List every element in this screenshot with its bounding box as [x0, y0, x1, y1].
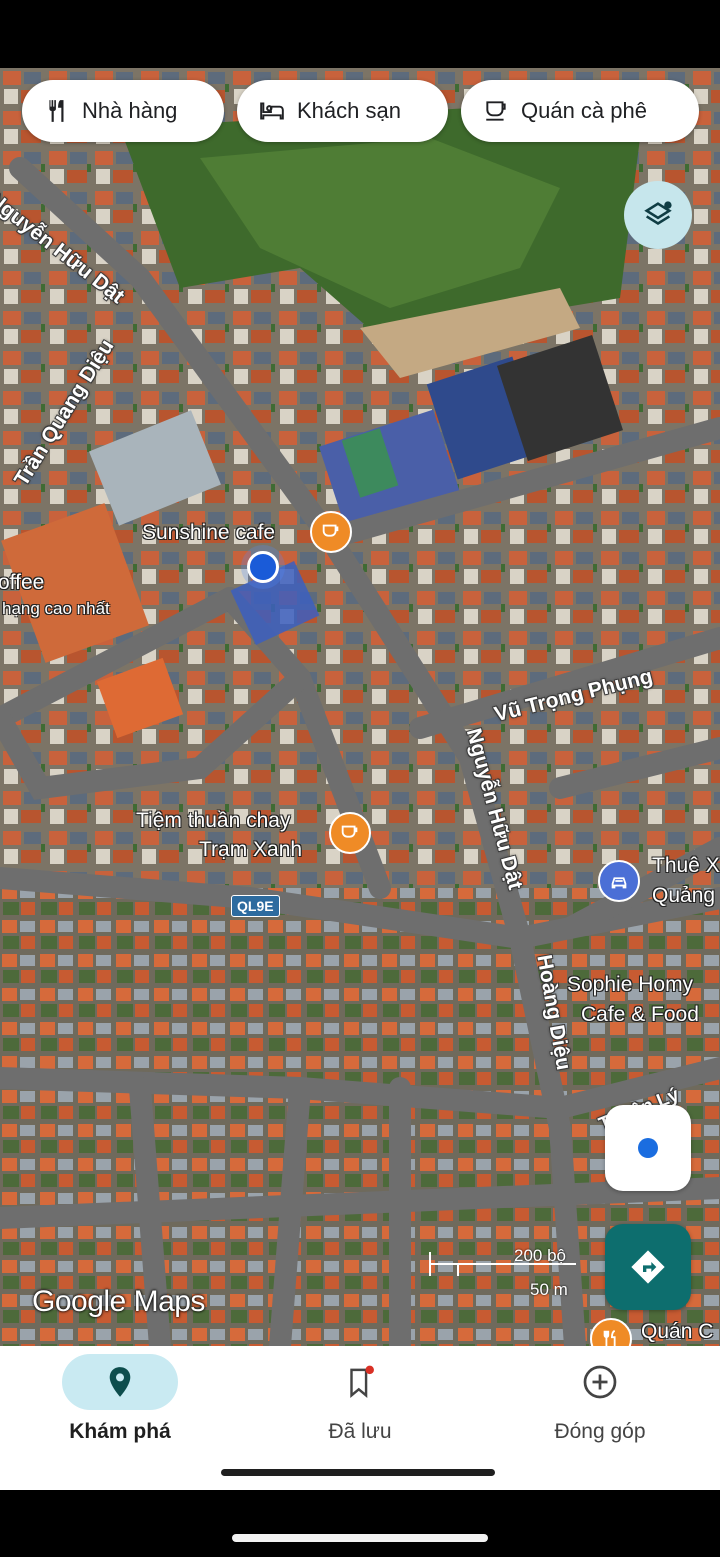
route-shield-ql9e: QL9E [231, 895, 280, 917]
poi-pin-tiem-thuan-chay[interactable] [329, 812, 371, 854]
nav-contribute[interactable]: Đóng góp [480, 1346, 720, 1490]
coffee-icon [322, 524, 339, 537]
system-bottom-bar [0, 1490, 720, 1557]
poi-rating-partial: hạng cao nhất [2, 599, 110, 618]
poi-label-tiem-thuan-chay-2[interactable]: Trạm Xanh [199, 838, 302, 862]
poi-label-tiem-thuan-chay-1[interactable]: Tiệm thuần chay [136, 809, 290, 833]
poi-pin-car-rental[interactable] [598, 860, 640, 902]
poi-label-thue-2[interactable]: Quảng [652, 884, 715, 908]
poi-label-sophie-2[interactable]: Cafe & Food [581, 1003, 699, 1027]
restaurant-icon [49, 100, 64, 122]
restaurant-icon [603, 1329, 616, 1346]
nav-explore-label: Khám phá [69, 1420, 171, 1443]
home-indicator [232, 1534, 488, 1542]
my-location-button[interactable] [605, 1105, 691, 1191]
layers-icon [644, 201, 672, 226]
chip-label: Nhà hàng [82, 98, 178, 123]
status-bar [0, 0, 720, 68]
saved-bookmark-icon [350, 1365, 374, 1398]
directions-icon [631, 1250, 665, 1284]
poi-label-sophie-1[interactable]: Sophie Homy [567, 973, 693, 997]
map-view[interactable]: Nhà hàng Khách sạn Quán cà phê Nguyễn Hữ… [0, 68, 720, 1346]
nav-saved-label: Đã lưu [328, 1420, 392, 1443]
coffee-icon [486, 101, 506, 121]
poi-pin-sunshine-cafe[interactable] [310, 511, 352, 553]
nav-explore-pill [62, 1354, 178, 1410]
nav-contribute-label: Đóng góp [554, 1420, 646, 1443]
coffee-icon [341, 825, 358, 838]
chip-cafes[interactable]: Quán cà phê [461, 80, 699, 142]
poi-label-thue-1[interactable]: Thuê X [652, 854, 720, 878]
bottom-navigation: Khám phá Đã lưu Đóng góp [0, 1346, 720, 1490]
scale-metric: 50 m [530, 1280, 568, 1299]
nav-contribute-pill [542, 1354, 658, 1410]
directions-button[interactable] [605, 1224, 691, 1310]
scale-bar: 200 bộ 50 m [428, 1246, 578, 1299]
poi-label-coffee-partial[interactable]: offee [0, 571, 44, 595]
scale-imperial: 200 bộ [514, 1246, 566, 1265]
contribute-plus-icon [583, 1365, 617, 1399]
google-maps-watermark: Google Maps [32, 1285, 205, 1318]
poi-label-sunshine-cafe[interactable]: Sunshine cafe [142, 521, 275, 545]
poi-label-quan-partial[interactable]: Quán C [641, 1320, 713, 1344]
car-rental-icon [611, 877, 627, 889]
gesture-bar [221, 1469, 495, 1476]
layers-button[interactable] [624, 181, 692, 249]
hotel-icon [260, 102, 284, 120]
chip-hotels[interactable]: Khách sạn [237, 80, 448, 142]
current-location-dot [247, 551, 279, 583]
chip-restaurants[interactable]: Nhà hàng [22, 80, 224, 142]
chip-label: Quán cà phê [521, 98, 647, 123]
my-location-icon [638, 1138, 658, 1158]
nav-explore[interactable]: Khám phá [0, 1346, 240, 1490]
chip-label: Khách sạn [297, 98, 401, 123]
nav-saved-pill [302, 1354, 418, 1410]
explore-pin-icon [109, 1367, 131, 1397]
